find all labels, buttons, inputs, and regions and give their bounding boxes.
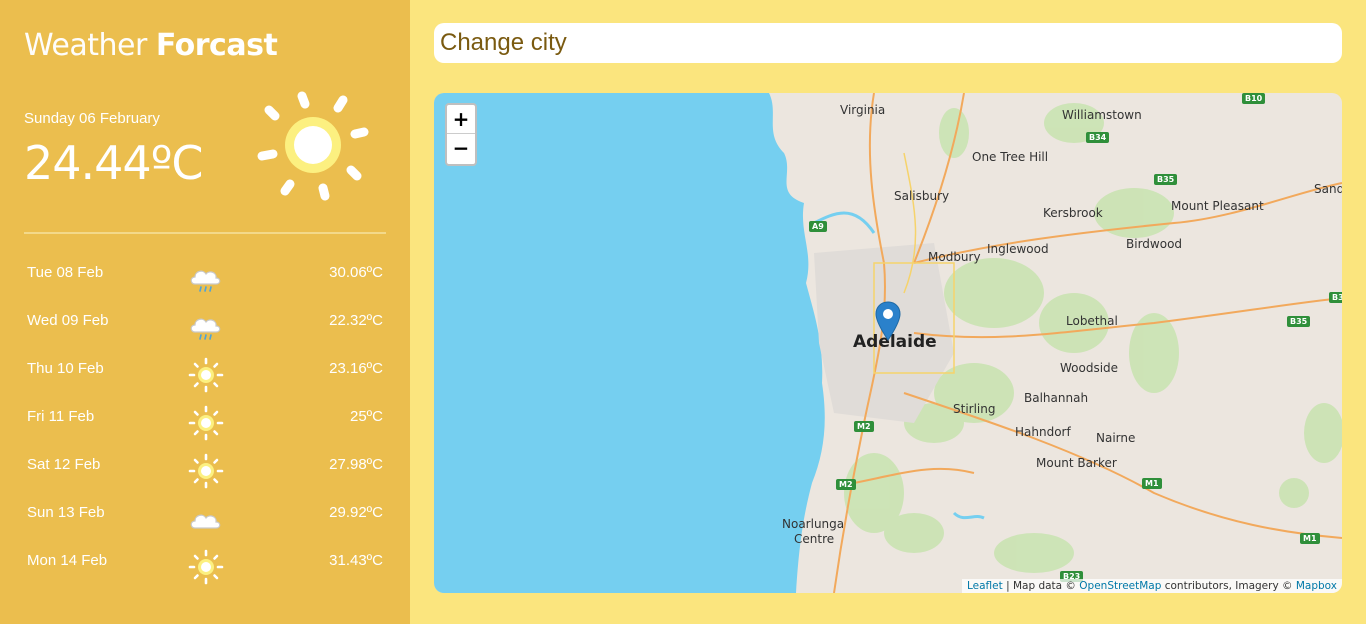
- forecast-temperature: 22.32ºC: [329, 312, 383, 329]
- map-attribution: Leaflet | Map data © OpenStreetMap contr…: [961, 579, 1342, 593]
- place-label: Nairne: [1096, 431, 1136, 445]
- road-shield: A9: [809, 221, 827, 232]
- place-label: Mount Barker: [1036, 456, 1117, 470]
- sun-icon: [187, 404, 225, 442]
- place-label: Lobethal: [1066, 314, 1118, 328]
- road-shield: M1: [1300, 533, 1320, 544]
- sun-icon: [187, 548, 225, 586]
- place-label: Kersbrook: [1043, 206, 1103, 220]
- attribution-text: | Map data ©: [1002, 580, 1080, 592]
- forecast-day: Thu 10 Feb: [27, 360, 104, 377]
- location-marker-icon[interactable]: [875, 301, 901, 341]
- forecast-temperature: 27.98ºC: [329, 456, 383, 473]
- app-title-bold: Forcast: [155, 28, 278, 63]
- place-label: Virginia: [840, 103, 886, 117]
- place-label: Modbury: [928, 250, 981, 264]
- road-shield: M1: [1142, 478, 1162, 489]
- zoom-out-button[interactable]: −: [447, 134, 475, 163]
- place-label: Stirling: [953, 402, 996, 416]
- road-shield: B10: [1242, 93, 1266, 104]
- forecast-day: Tue 08 Feb: [27, 264, 104, 281]
- road-shield: M2: [854, 421, 874, 432]
- map[interactable]: Virginia Williamstown One Tree Hill Sali…: [434, 93, 1342, 593]
- forecast-day: Mon 14 Feb: [27, 552, 108, 569]
- place-label: Mount Pleasant: [1171, 199, 1264, 213]
- road-shield: B35: [1287, 316, 1311, 327]
- place-label: Noarlunga: [782, 517, 845, 531]
- mapbox-link[interactable]: Mapbox: [1296, 580, 1337, 592]
- place-label: Hahndorf: [1015, 425, 1071, 439]
- place-label: Sande: [1314, 182, 1342, 196]
- forecast-row: Sun 13 Feb 29.92ºC: [27, 496, 383, 544]
- place-label: Inglewood: [987, 242, 1049, 256]
- forecast-row: Tue 08 Feb 30.06ºC: [27, 256, 383, 304]
- forecast-day: Fri 11 Feb: [27, 408, 95, 425]
- forecast-row: Thu 10 Feb 23.16ºC: [27, 352, 383, 400]
- forecast-row: Fri 11 Feb 25ºC: [27, 400, 383, 448]
- road-shield: M2: [836, 479, 856, 490]
- forecast-row: Mon 14 Feb 31.43ºC: [27, 544, 383, 592]
- forecast-day: Sun 13 Feb: [27, 504, 105, 521]
- forecast-row: Wed 09 Feb 22.32ºC: [27, 304, 383, 352]
- road-shield: B34: [1086, 132, 1110, 143]
- sun-icon: [187, 356, 225, 394]
- forecast-row: Sat 12 Feb 27.98ºC: [27, 448, 383, 496]
- forecast-temperature: 31.43ºC: [329, 552, 383, 569]
- place-label: Woodside: [1060, 361, 1119, 375]
- leaflet-link[interactable]: Leaflet: [967, 580, 1003, 592]
- change-city-input[interactable]: [434, 23, 1342, 63]
- forecast-temperature: 29.92ºC: [329, 504, 383, 521]
- place-label: Balhannah: [1024, 391, 1089, 405]
- sidebar: Weather Forcast Sunday 06 February 24.44…: [0, 0, 410, 624]
- attribution-text: contributors, Imagery ©: [1161, 580, 1296, 592]
- zoom-control: + −: [445, 103, 477, 166]
- sun-icon: [257, 91, 369, 201]
- rain-cloud-icon: [187, 260, 225, 298]
- place-label: One Tree Hill: [972, 150, 1049, 164]
- divider: [24, 232, 386, 234]
- forecast-temperature: 23.16ºC: [329, 360, 383, 377]
- sun-icon: [187, 452, 225, 490]
- rain-cloud-icon: [187, 308, 225, 346]
- today-temperature: 24.44ºC: [24, 136, 203, 190]
- place-label: Centre: [794, 532, 835, 546]
- openstreetmap-link[interactable]: OpenStreetMap: [1079, 580, 1161, 592]
- app-title-light: Weather: [24, 28, 147, 63]
- place-label: Birdwood: [1126, 237, 1183, 251]
- zoom-in-button[interactable]: +: [447, 105, 475, 134]
- forecast-day: Sat 12 Feb: [27, 456, 101, 473]
- place-label: Williamstown: [1062, 108, 1142, 122]
- place-label: Salisbury: [894, 189, 950, 203]
- road-shield: B35: [1154, 174, 1178, 185]
- today-date: Sunday 06 February: [24, 110, 160, 127]
- road-shield: B3: [1329, 292, 1342, 303]
- forecast-list: Tue 08 Feb 30.06ºC Wed 09 Feb 22.32ºC Thu 10…: [27, 256, 383, 592]
- forecast-temperature: 25ºC: [350, 408, 383, 425]
- app-title: Weather Forcast: [24, 28, 278, 63]
- forecast-day: Wed 09 Feb: [27, 312, 109, 329]
- forecast-temperature: 30.06ºC: [329, 264, 383, 281]
- cloud-icon: [187, 500, 225, 538]
